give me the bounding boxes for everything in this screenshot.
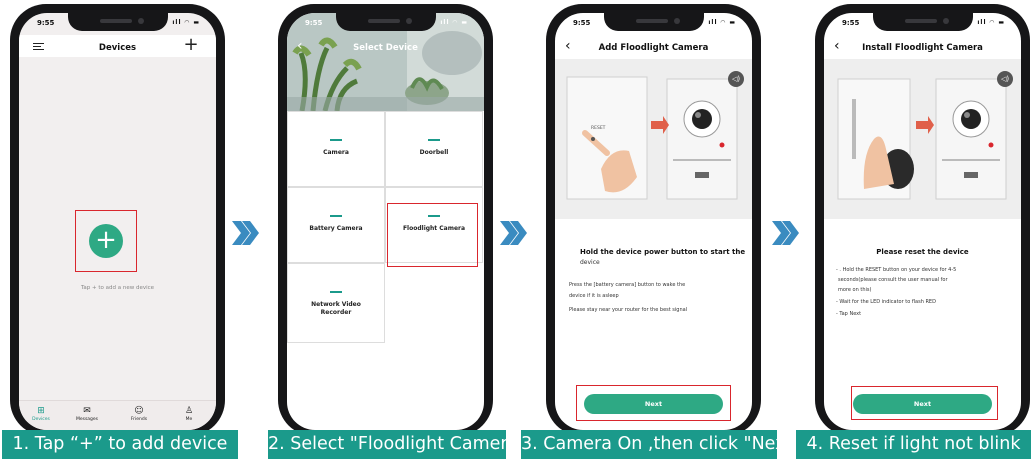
device-option-label: Doorbell [419, 149, 449, 156]
back-chevron-icon[interactable]: ‹ [565, 35, 571, 57]
phone-notch [67, 13, 168, 31]
instruction-line: device if it is asleep [569, 293, 619, 299]
accent-bar [330, 215, 342, 217]
accent-bar [428, 215, 440, 217]
signal-wifi-battery-icon: ıll ◠ ▬ [440, 19, 468, 26]
me-icon: ♙ [184, 406, 194, 416]
step-caption-3: 3. Camera On ,then click "Next" [521, 430, 777, 459]
devices-screen: 9:55 ıll ◠ ▬ Devices + + Tap + to add a … [19, 13, 216, 430]
add-device-hint: Tap + to add a new device [80, 285, 155, 291]
install-floodlight-screen: 9:55 ıll ◠ ▬ ‹ Install Floodlight Camera [824, 13, 1021, 430]
instruction-line: seconds(please consult the user manual f… [838, 277, 948, 283]
next-button[interactable]: Next [853, 394, 992, 414]
reset-illustration [555, 59, 752, 219]
instruction-line: - Wait for the LED indicator to flash RE… [836, 299, 936, 305]
phone-notch [603, 13, 704, 31]
device-option-doorbell[interactable]: Doorbell [385, 111, 483, 187]
device-option-camera[interactable]: Camera [287, 111, 385, 187]
phone-install-floodlight: 9:55 ıll ◠ ▬ ‹ Install Floodlight Camera [815, 4, 1030, 436]
add-device-plus-icon[interactable]: + [180, 36, 202, 55]
signal-wifi-battery-icon: ıll ◠ ▬ [708, 19, 736, 26]
tab-label: Friends [130, 417, 148, 422]
menu-icon[interactable] [33, 43, 44, 50]
device-option-battery-camera[interactable]: Battery Camera [287, 187, 385, 263]
instruction-line: more on this) [838, 287, 872, 293]
instruction-line: - Tap Next [836, 311, 862, 317]
tutorial-stage: 9:55 ıll ◠ ▬ Devices + + Tap + to add a … [0, 0, 1035, 459]
device-option-label: Floodlight Camera [402, 225, 466, 232]
reset-label: RESET [591, 126, 606, 131]
device-option-floodlight-camera[interactable]: Floodlight Camera [385, 187, 483, 263]
step-caption-2: 2. Select "Floodlight Camera" [268, 430, 506, 459]
chevron-right-icon [500, 221, 527, 245]
page-title: Add Floodlight Camera [598, 43, 709, 53]
page-title: Select Device [353, 43, 418, 53]
page-title: Install Floodlight Camera [862, 43, 983, 53]
device-option-label: Camera [323, 149, 349, 156]
instruction-heading: Hold the device power button to start th… [580, 248, 746, 256]
chevron-right-icon [232, 221, 259, 245]
chevron-right-icon [772, 221, 799, 245]
phone-devices: 9:55 ıll ◠ ▬ Devices + + Tap + to add a … [10, 4, 225, 436]
instruction-line: Press the [battery camera] button to wak… [569, 282, 686, 288]
tab-friends[interactable]: ☺ Friends [119, 405, 159, 422]
tab-bar: ⊞ Devices ✉ Messages ☺ Friends ♙ Me [19, 400, 216, 430]
instruction-line: Please stay near your router for the bes… [569, 307, 688, 313]
friends-icon: ☺ [134, 406, 144, 416]
phone-add-floodlight: 9:55 ıll ◠ ▬ ‹ Add Floodlight Camera RES… [546, 4, 761, 436]
instruction-heading: Please reset the device [876, 248, 969, 256]
phone-notch [335, 13, 436, 31]
phone-select-device: 9:55 ıll ◠ ▬ ‹ Select Device Camera Door… [278, 4, 493, 436]
accent-bar [428, 139, 440, 141]
page-title: Devices [98, 43, 137, 53]
instruction-line: - . Hold the RESET button on your device… [836, 267, 957, 273]
install-illustration [824, 59, 1021, 219]
step-caption-1: 1. Tap “+” to add device [2, 430, 238, 459]
accent-bar [330, 139, 342, 141]
accent-bar [330, 291, 342, 293]
next-button[interactable]: Next [584, 394, 723, 414]
phone-notch [872, 13, 973, 31]
messages-icon: ✉ [83, 406, 91, 416]
instruction-heading-cont: device [580, 259, 600, 266]
tab-label: Me [185, 417, 193, 422]
back-chevron-icon[interactable]: ‹ [834, 35, 840, 57]
status-time: 9:55 [573, 19, 591, 27]
tab-messages[interactable]: ✉ Messages [67, 405, 107, 422]
add-floodlight-navbar: ‹ Add Floodlight Camera [555, 35, 752, 57]
signal-wifi-battery-icon: ıll ◠ ▬ [977, 19, 1005, 26]
device-type-grid: Camera Doorbell Battery Camera Floodligh… [287, 111, 484, 343]
speaker-icon[interactable]: ◁) [997, 71, 1013, 87]
signal-wifi-battery-icon: ıll ◠ ▬ [172, 19, 200, 26]
device-option-label: Battery Camera [309, 225, 363, 232]
back-chevron-icon[interactable]: ‹ [297, 35, 303, 57]
add-floodlight-screen: 9:55 ıll ◠ ▬ ‹ Add Floodlight Camera RES… [555, 13, 752, 430]
status-time: 9:55 [842, 19, 860, 27]
select-device-navbar: ‹ Select Device [287, 35, 484, 57]
tab-label: Devices [32, 417, 50, 422]
status-time: 9:55 [37, 19, 55, 27]
status-time: 9:55 [305, 19, 323, 27]
tab-label: Messages [75, 417, 99, 422]
select-device-screen: 9:55 ıll ◠ ▬ ‹ Select Device Camera Door… [287, 13, 484, 430]
speaker-icon[interactable]: ◁) [728, 71, 744, 87]
step-caption-4: 4. Reset if light not blink [796, 430, 1031, 459]
tab-devices[interactable]: ⊞ Devices [21, 405, 61, 422]
devices-icon: ⊞ [37, 406, 45, 416]
device-option-label: Network Video Recorder [311, 301, 361, 316]
device-option-nvr[interactable]: Network Video Recorder [287, 263, 385, 343]
install-floodlight-navbar: ‹ Install Floodlight Camera [824, 35, 1021, 57]
devices-navbar: Devices + [19, 35, 216, 57]
tab-me[interactable]: ♙ Me [169, 405, 209, 422]
add-device-button[interactable]: + [89, 224, 123, 258]
